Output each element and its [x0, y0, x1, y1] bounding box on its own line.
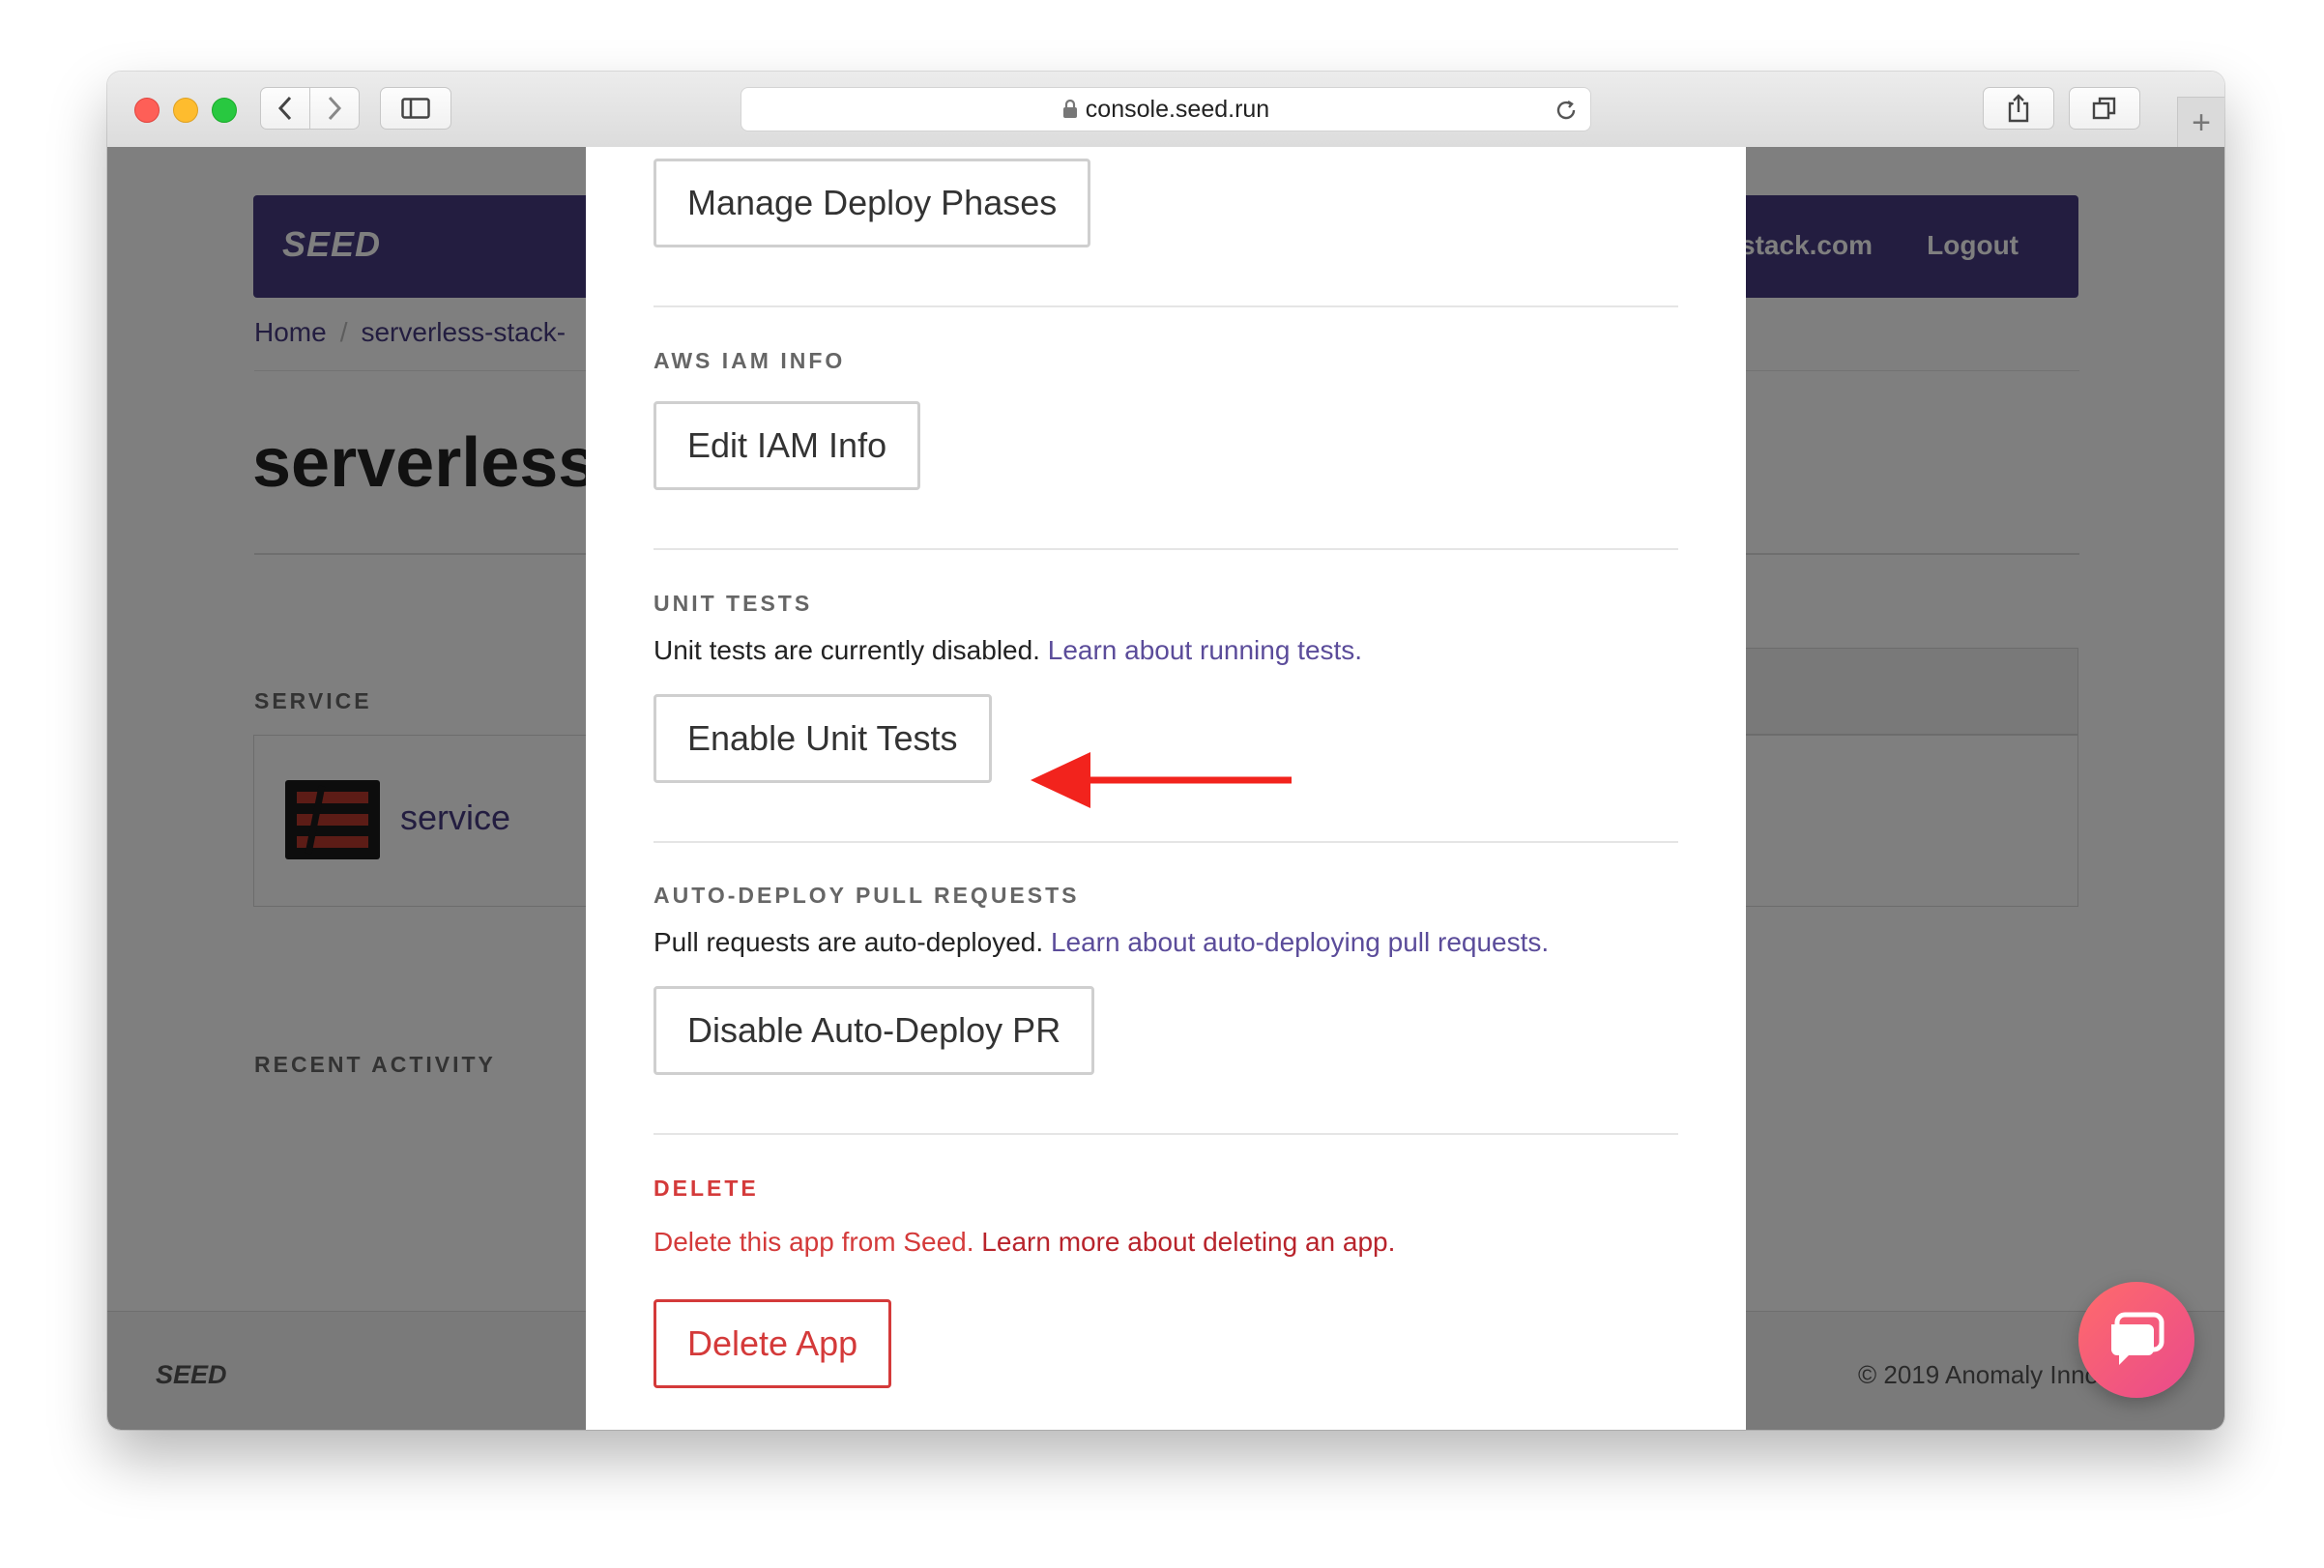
- delete-app-text: Delete this app from Seed.: [654, 1227, 974, 1257]
- tabs-overview-button[interactable]: [2069, 87, 2140, 130]
- share-button[interactable]: [1983, 87, 2054, 130]
- auto-deploy-status-text: Pull requests are auto-deployed.: [654, 927, 1044, 957]
- chevron-right-icon: [328, 96, 342, 121]
- sidebar-icon: [401, 98, 430, 119]
- annotation-arrow-icon: [1031, 752, 1292, 808]
- running-tests-link[interactable]: Learn about running tests.: [1048, 635, 1362, 665]
- enable-unit-tests-button[interactable]: Enable Unit Tests: [654, 694, 992, 783]
- maximize-window-button[interactable]: [212, 98, 237, 123]
- divider: [654, 841, 1678, 843]
- forward-button[interactable]: [309, 87, 360, 130]
- close-window-button[interactable]: [134, 98, 160, 123]
- unit-tests-label: UNIT TESTS: [654, 591, 813, 616]
- chevron-left-icon: [277, 96, 292, 121]
- auto-deploy-status: Pull requests are auto-deployed. Learn a…: [654, 927, 1549, 958]
- delete-app-button[interactable]: Delete App: [654, 1299, 892, 1388]
- aws-iam-info-label: AWS IAM INFO: [654, 348, 846, 373]
- unit-tests-status: Unit tests are currently disabled. Learn…: [654, 635, 1362, 666]
- share-icon: [2008, 94, 2029, 123]
- app-settings-modal: Manage Deploy Phases AWS IAM INFO Edit I…: [586, 147, 1746, 1430]
- minimize-window-button[interactable]: [173, 98, 198, 123]
- browser-toolbar: console.seed.run +: [107, 72, 2224, 148]
- disable-auto-deploy-pr-button[interactable]: Disable Auto-Deploy PR: [654, 986, 1095, 1075]
- auto-deploying-pr-link[interactable]: Learn about auto-deploying pull requests…: [1051, 927, 1549, 957]
- new-tab-button[interactable]: +: [2177, 97, 2224, 148]
- address-bar[interactable]: console.seed.run: [741, 87, 1591, 131]
- delete-section-label: DELETE: [654, 1176, 759, 1201]
- url-text: console.seed.run: [1085, 95, 1270, 123]
- auto-deploy-pr-label: AUTO-DEPLOY PULL REQUESTS: [654, 883, 1080, 908]
- back-button[interactable]: [260, 87, 310, 130]
- divider: [654, 305, 1678, 307]
- sidebar-toggle-button[interactable]: [380, 87, 451, 130]
- lock-icon: [1062, 100, 1077, 118]
- unit-tests-status-text: Unit tests are currently disabled.: [654, 635, 1040, 665]
- reload-icon[interactable]: [1554, 98, 1579, 123]
- divider: [654, 548, 1678, 550]
- chat-icon: [2111, 1312, 2164, 1365]
- chat-widget-button[interactable]: [2078, 1282, 2194, 1398]
- divider: [654, 1133, 1678, 1135]
- tabs-icon: [2092, 97, 2116, 120]
- deleting-app-link[interactable]: Learn more about deleting an app.: [981, 1227, 1395, 1257]
- delete-app-description: Delete this app from Seed. Learn more ab…: [654, 1227, 1395, 1258]
- browser-window: console.seed.run + SEED stack.com Logout…: [107, 72, 2224, 1430]
- plus-icon: +: [2192, 103, 2211, 141]
- edit-iam-info-button[interactable]: Edit IAM Info: [654, 401, 921, 490]
- manage-deploy-phases-button[interactable]: Manage Deploy Phases: [654, 159, 1091, 247]
